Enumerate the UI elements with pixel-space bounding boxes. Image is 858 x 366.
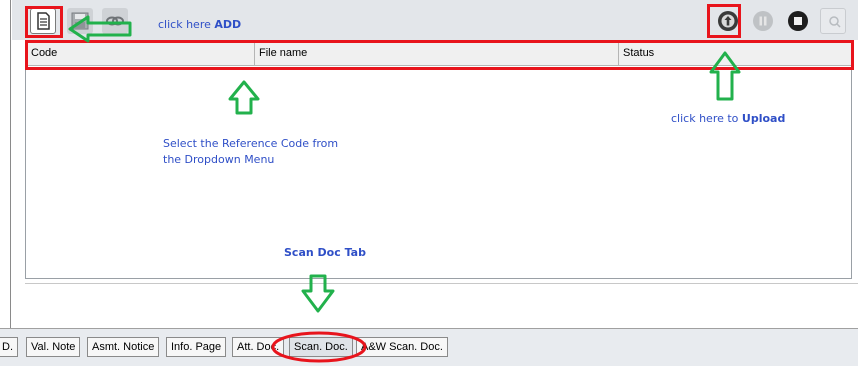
scan-doc-tab-highlight bbox=[271, 331, 367, 363]
arrow-left-icon bbox=[68, 15, 132, 43]
arrow-down-icon bbox=[301, 274, 335, 313]
annotation-overlay bbox=[68, 15, 741, 363]
arrow-up-icon bbox=[228, 80, 260, 115]
arrow-up-icon bbox=[709, 51, 741, 101]
